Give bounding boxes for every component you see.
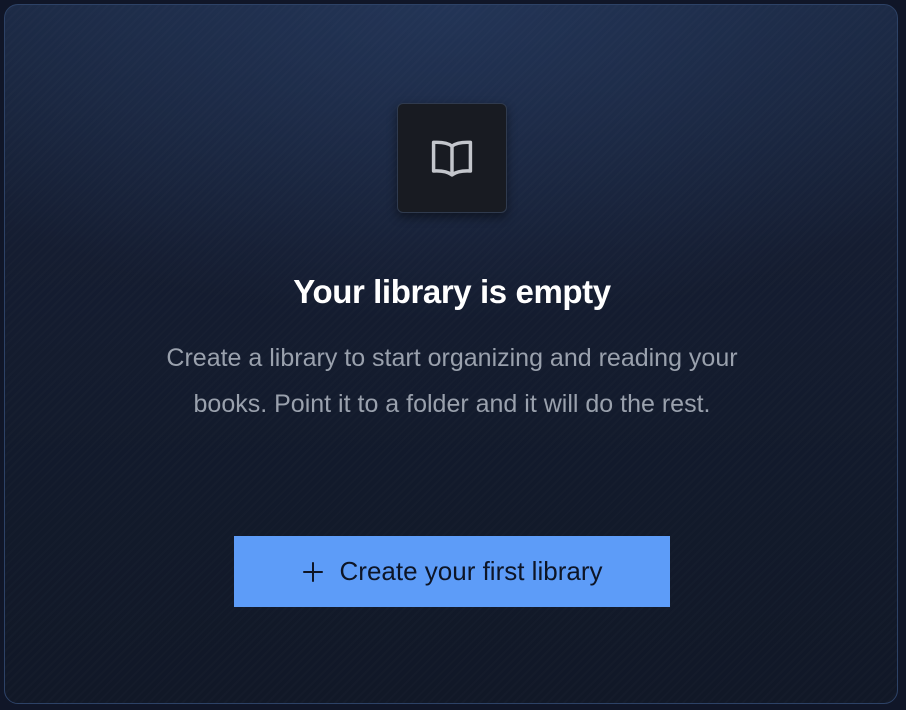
app-frame: Your library is empty Create a library t… (0, 0, 906, 710)
empty-state-description: Create a library to start organizing and… (166, 344, 738, 418)
plus-icon (302, 561, 324, 583)
book-icon-tile (397, 103, 507, 213)
create-first-library-button[interactable]: Create your first library (234, 536, 670, 607)
create-first-library-label: Create your first library (339, 556, 603, 586)
empty-state-title: Your library is empty (293, 273, 611, 310)
empty-state-panel: Your library is empty Create a library t… (4, 4, 898, 704)
book-open-icon (431, 140, 473, 177)
